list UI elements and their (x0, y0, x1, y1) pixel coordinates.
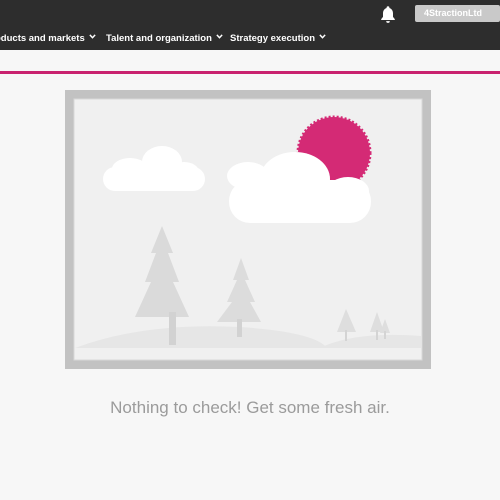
bell-icon[interactable] (378, 4, 398, 24)
main-menu: oducts and markets Talent and organizati… (0, 29, 500, 49)
empty-state-message: Nothing to check! Get some fresh air. (110, 398, 390, 417)
accent-divider (0, 71, 500, 74)
menu-item-talent-and-organization[interactable]: Talent and organization (106, 29, 223, 49)
menu-item-products-and-markets[interactable]: oducts and markets (0, 29, 96, 49)
chevron-down-icon (319, 34, 326, 40)
page: 4StractionLtd oducts and markets Talent … (0, 0, 500, 500)
menu-item-strategy-execution[interactable]: Strategy execution (230, 29, 326, 49)
organization-button[interactable]: 4StractionLtd (415, 5, 500, 22)
menu-item-label: Talent and organization (106, 33, 212, 44)
chevron-down-icon (89, 34, 96, 40)
menu-item-label: oducts and markets (0, 33, 85, 44)
top-navigation-bar: 4StractionLtd oducts and markets Talent … (0, 0, 500, 50)
landscape-picture-icon (65, 90, 431, 369)
chevron-down-icon (216, 34, 223, 40)
menu-item-label: Strategy execution (230, 33, 315, 44)
